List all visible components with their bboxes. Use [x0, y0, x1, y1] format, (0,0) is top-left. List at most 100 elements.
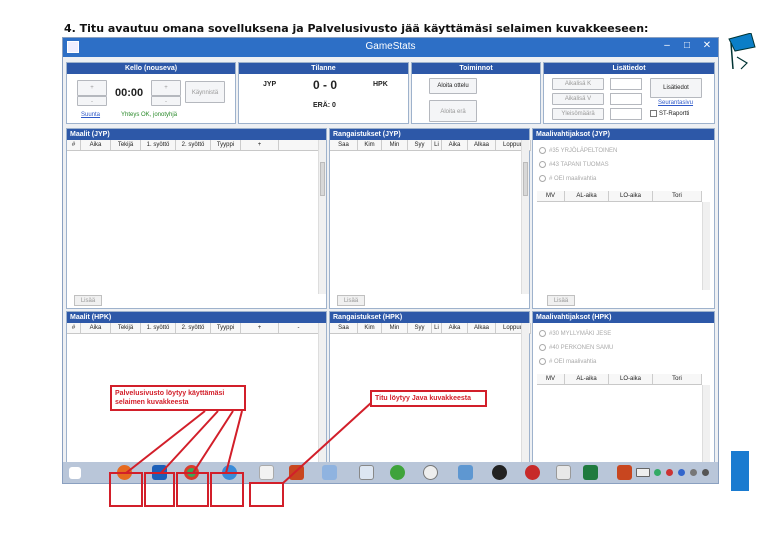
- goalies-hpk-header: Maalivahtijaksot (HPK): [533, 312, 714, 323]
- tray-icon[interactable]: [654, 469, 661, 476]
- app-icon[interactable]: [458, 465, 473, 480]
- app-icon[interactable]: [492, 465, 507, 480]
- clock-panel-header: Kello (nouseva): [67, 63, 235, 74]
- column-header[interactable]: Tori: [653, 191, 702, 201]
- minute-plus-button[interactable]: +: [77, 80, 107, 96]
- goalies-jyp-add-button[interactable]: Lisää: [547, 295, 575, 306]
- minimize-button[interactable]: –: [660, 40, 674, 51]
- radio-icon: [539, 147, 546, 154]
- app-icon[interactable]: [556, 465, 571, 480]
- penalties-hpk-columns: Saa Kim Min Syy Li Aika Alkaa Loppuu: [330, 323, 531, 334]
- column-header[interactable]: Tori: [653, 374, 702, 384]
- goals-jyp-scrollbar[interactable]: [318, 140, 326, 294]
- column-header[interactable]: MV: [537, 191, 565, 201]
- goalies-jyp-scrollbar[interactable]: [702, 202, 710, 290]
- column-header[interactable]: Aika: [81, 323, 111, 333]
- windows-start-icon[interactable]: [69, 467, 81, 479]
- column-header[interactable]: 2. syöttö: [176, 140, 211, 150]
- penalties-jyp-scrollbar[interactable]: [521, 140, 529, 294]
- column-header[interactable]: Aika: [442, 323, 468, 333]
- goalies-hpk-columns: MV AL-aika LO-aika Tori: [537, 374, 702, 385]
- column-header[interactable]: Li: [432, 140, 442, 150]
- goalie-option[interactable]: #35 YRJÖLÄPELTOINEN: [539, 147, 617, 154]
- start-clock-button[interactable]: Käynnistä: [185, 81, 225, 103]
- calculator-icon[interactable]: [359, 465, 374, 480]
- window-title: GameStats: [365, 41, 416, 52]
- java-icon[interactable]: [259, 465, 274, 480]
- tray-icon[interactable]: [702, 469, 709, 476]
- column-header[interactable]: +: [241, 140, 279, 150]
- column-header[interactable]: Tyyppi: [211, 323, 241, 333]
- column-header[interactable]: Li: [432, 323, 442, 333]
- column-header[interactable]: Aika: [81, 140, 111, 150]
- column-header[interactable]: Alkaa: [468, 140, 496, 150]
- column-header[interactable]: Saa: [330, 140, 358, 150]
- column-header[interactable]: #: [67, 140, 81, 150]
- close-button[interactable]: ✕: [700, 40, 714, 51]
- column-header[interactable]: Saa: [330, 323, 358, 333]
- column-header[interactable]: AL-aika: [565, 374, 609, 384]
- goalie-option[interactable]: #40 PERKONEN SAMU: [539, 344, 613, 351]
- start-period-button[interactable]: Aloita erä: [429, 100, 477, 122]
- goalie-option[interactable]: #30 MYLLYMÄKI JESE: [539, 330, 611, 337]
- minute-minus-button[interactable]: -: [77, 96, 107, 106]
- column-header[interactable]: 1. syöttö: [141, 140, 176, 150]
- second-plus-button[interactable]: +: [151, 80, 181, 96]
- penalties-jyp-add-button[interactable]: Lisää: [337, 295, 365, 306]
- goals-hpk-scrollbar[interactable]: [318, 323, 326, 462]
- column-header[interactable]: Kim: [358, 323, 382, 333]
- goals-jyp-add-button[interactable]: Lisää: [74, 295, 102, 306]
- direction-link[interactable]: Suunta: [81, 112, 100, 118]
- app-icon[interactable]: [525, 465, 540, 480]
- goalie-option[interactable]: # OEI maalivahtia: [539, 358, 596, 365]
- timeout-home-field-label: Aikalisä K: [552, 78, 604, 90]
- tray-icon[interactable]: [666, 469, 673, 476]
- start-game-button[interactable]: Aloita ottelu: [429, 78, 477, 94]
- report-checkbox-row[interactable]: ST-Raportti: [650, 110, 689, 117]
- goalies-hpk-scrollbar[interactable]: [702, 385, 710, 462]
- column-header[interactable]: Tekijä: [111, 140, 141, 150]
- timeout-away-field[interactable]: [610, 93, 642, 105]
- goalie-option[interactable]: # OEI maalivahtia: [539, 175, 596, 182]
- column-header[interactable]: +: [241, 323, 279, 333]
- timeout-home-field[interactable]: [610, 78, 642, 90]
- penalties-hpk-panel: Rangaistukset (HPK) Saa Kim Min Syy Li A…: [329, 311, 531, 463]
- tray-icon[interactable]: [690, 469, 697, 476]
- column-header[interactable]: 1. syöttö: [141, 323, 176, 333]
- column-header[interactable]: 2. syöttö: [176, 323, 211, 333]
- powerpoint-icon[interactable]: [617, 465, 632, 480]
- side-bar-icon: [731, 451, 749, 491]
- column-header[interactable]: Syy: [408, 140, 432, 150]
- maximize-button[interactable]: □: [680, 40, 694, 51]
- powerpoint-icon[interactable]: [289, 465, 304, 480]
- penalties-hpk-scrollbar[interactable]: [521, 323, 529, 462]
- keyboard-icon[interactable]: [636, 468, 650, 477]
- column-header[interactable]: -: [279, 323, 319, 333]
- column-header[interactable]: MV: [537, 374, 565, 384]
- goals-hpk-header: Maalit (HPK): [67, 312, 326, 323]
- column-header[interactable]: AL-aika: [565, 191, 609, 201]
- column-header[interactable]: Kim: [358, 140, 382, 150]
- column-header[interactable]: Syy: [408, 323, 432, 333]
- attendance-field[interactable]: [610, 108, 642, 120]
- column-header[interactable]: Alkaa: [468, 323, 496, 333]
- column-header[interactable]: Tyyppi: [211, 140, 241, 150]
- extras-add-button[interactable]: Lisätiedot: [650, 78, 702, 98]
- column-header[interactable]: Min: [382, 140, 408, 150]
- excel-icon[interactable]: [583, 465, 598, 480]
- column-header[interactable]: LO-aika: [609, 374, 653, 384]
- column-header[interactable]: #: [67, 323, 81, 333]
- report-checkbox[interactable]: [650, 110, 657, 117]
- column-header[interactable]: LO-aika: [609, 191, 653, 201]
- tracking-page-link[interactable]: Seurantasivu: [658, 100, 693, 106]
- goalie-option[interactable]: #43 TAPANI TUOMAS: [539, 161, 609, 168]
- second-minus-button[interactable]: -: [151, 96, 181, 106]
- column-header[interactable]: Aika: [442, 140, 468, 150]
- tray-icon[interactable]: [678, 469, 685, 476]
- column-header[interactable]: Min: [382, 323, 408, 333]
- app-icon[interactable]: [390, 465, 405, 480]
- app-icon[interactable]: [423, 465, 438, 480]
- goalies-hpk-panel: Maalivahtijaksot (HPK) #30 MYLLYMÄKI JES…: [532, 311, 715, 463]
- column-header[interactable]: Tekijä: [111, 323, 141, 333]
- app-icon[interactable]: [322, 465, 337, 480]
